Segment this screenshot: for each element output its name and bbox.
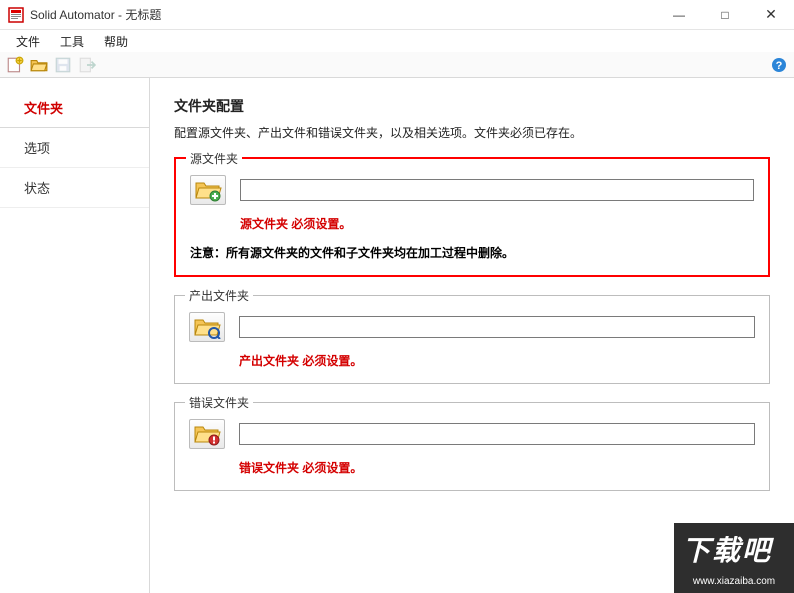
titlebar: Solid Automator - 无标题 — □ ✕: [0, 0, 794, 30]
source-path-input[interactable]: [240, 179, 754, 201]
source-warning: 源文件夹 必须设置。: [240, 215, 754, 232]
main-panel: 文件夹配置 配置源文件夹、产出文件和错误文件夹，以及相关选项。文件夹必须已存在。…: [150, 78, 794, 593]
browse-output-button[interactable]: [189, 312, 225, 342]
toolbar-help-button[interactable]: ?: [770, 56, 788, 74]
toolbar: ?: [0, 52, 794, 78]
toolbar-export-button[interactable]: [78, 56, 96, 74]
window-title: Solid Automator - 无标题: [30, 6, 656, 23]
sidebar-item-label: 文件夹: [24, 98, 63, 117]
sidebar-item-label: 状态: [24, 178, 50, 197]
group-legend: 源文件夹: [186, 150, 242, 167]
toolbar-new-button[interactable]: [6, 56, 24, 74]
group-legend: 产出文件夹: [185, 287, 253, 304]
maximize-button[interactable]: □: [702, 0, 748, 30]
source-note: 注意：所有源文件夹的文件和子文件夹均在加工过程中删除。: [190, 244, 754, 261]
output-warning: 产出文件夹 必须设置。: [239, 352, 755, 369]
menu-tools[interactable]: 工具: [50, 31, 94, 52]
page-title: 文件夹配置: [174, 96, 770, 116]
window-controls: — □ ✕: [656, 0, 794, 30]
group-legend: 错误文件夹: [185, 394, 253, 411]
error-warning: 错误文件夹 必须设置。: [239, 459, 755, 476]
sidebar-item-status[interactable]: 状态: [0, 168, 149, 208]
error-path-input[interactable]: [239, 423, 755, 445]
output-path-input[interactable]: [239, 316, 755, 338]
group-source-folder: 源文件夹 源文件夹 必须设置。 注意：所有源文件夹的文件和子文件夹均在加工过程中…: [174, 157, 770, 277]
group-error-folder: 错误文件夹 错误文件夹 必须设置。: [174, 402, 770, 491]
toolbar-save-button[interactable]: [54, 56, 72, 74]
browse-source-button[interactable]: [190, 175, 226, 205]
menu-help[interactable]: 帮助: [94, 31, 138, 52]
sidebar: 文件夹 选项 状态: [0, 78, 150, 593]
group-output-folder: 产出文件夹 产出文件夹 必须设置。: [174, 295, 770, 384]
minimize-button[interactable]: —: [656, 0, 702, 30]
menu-file[interactable]: 文件: [6, 31, 50, 52]
app-icon: [8, 7, 24, 23]
toolbar-open-button[interactable]: [30, 56, 48, 74]
menubar: 文件 工具 帮助: [0, 30, 794, 52]
content: 文件夹 选项 状态 文件夹配置 配置源文件夹、产出文件和错误文件夹，以及相关选项…: [0, 78, 794, 593]
sidebar-item-options[interactable]: 选项: [0, 128, 149, 168]
close-button[interactable]: ✕: [748, 0, 794, 30]
browse-error-button[interactable]: [189, 419, 225, 449]
page-description: 配置源文件夹、产出文件和错误文件夹，以及相关选项。文件夹必须已存在。: [174, 124, 770, 141]
sidebar-item-folders[interactable]: 文件夹: [0, 88, 149, 128]
sidebar-item-label: 选项: [24, 138, 50, 157]
svg-text:?: ?: [776, 60, 783, 72]
